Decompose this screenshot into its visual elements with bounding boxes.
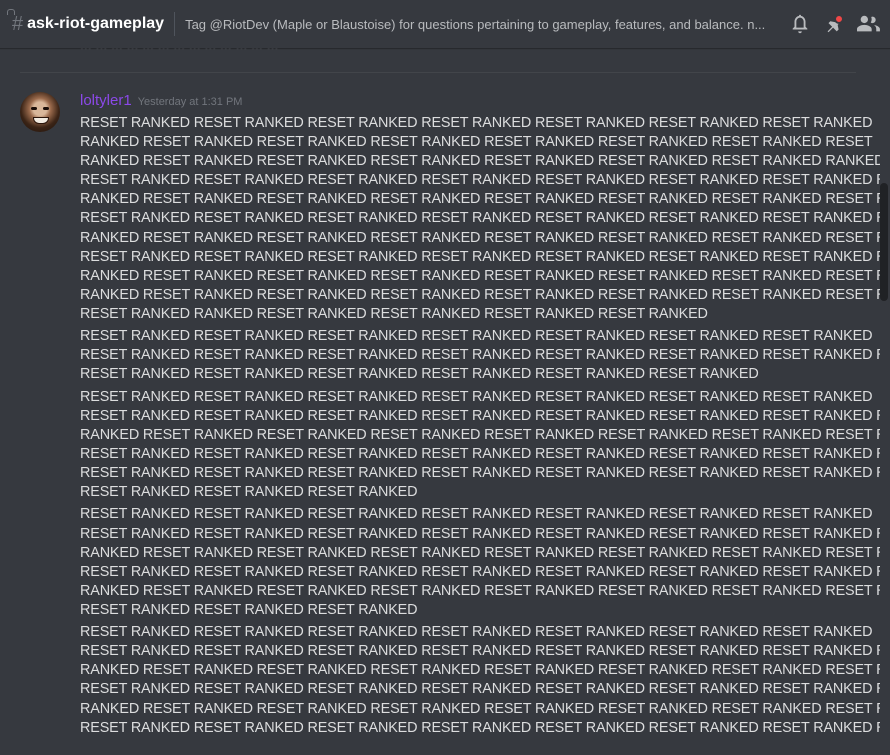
message-line: RANKED RESET RANKED RESET RANKED RESET R… [80, 286, 880, 303]
message-line: RANKED RESET RANKED RESET RANKED RESET R… [80, 662, 880, 679]
message-paragraph: RESET RANKED RESET RANKED RESET RANKED R… [80, 623, 880, 738]
message-line: RESET RANKED RESET RANKED RESET RANKED [80, 601, 418, 618]
unread-badge [834, 14, 844, 24]
members-icon[interactable] [856, 12, 880, 36]
message-header: loltyler1 Yesterday at 1:31 PM [80, 92, 242, 112]
message-paragraph: RESET RANKED RESET RANKED RESET RANKED R… [80, 505, 880, 620]
message-content: RESET RANKED RESET RANKED RESET RANKED R… [80, 114, 880, 741]
channel-name: ask-riot-gameplay [27, 15, 165, 32]
message-line: RANKED RESET RANKED RESET RANKED RESET R… [80, 134, 873, 151]
message-line: RANKED RESET RANKED RESET RANKED RESET R… [80, 582, 880, 599]
message-line: RESET RANKED RESET RANKED RESET RANKED R… [80, 366, 759, 383]
message-line: RESET RANKED RESET RANKED RESET RANKED R… [80, 525, 880, 542]
message-line: RANKED RESET RANKED RESET RANKED RESET R… [80, 153, 880, 170]
channel-hash-icon: # [7, 8, 23, 36]
message-line: RANKED RESET RANKED RESET RANKED RESET R… [80, 191, 880, 208]
avatar[interactable] [20, 92, 60, 132]
message-line: RESET RANKED RESET RANKED RESET RANKED R… [80, 719, 880, 736]
message-line: RESET RANKED RESET RANKED RESET RANKED R… [80, 506, 873, 523]
message-line: RESET RANKED RESET RANKED RESET RANKED R… [80, 328, 873, 345]
message-paragraph: RESET RANKED RESET RANKED RESET RANKED R… [80, 114, 880, 324]
scrollbar-track[interactable] [880, 48, 888, 755]
message-line: RESET RANKED RESET RANKED RESET RANKED R… [80, 347, 880, 364]
timestamp: Yesterday at 1:31 PM [137, 96, 243, 108]
message-line: RESET RANKED RESET RANKED RESET RANKED R… [80, 681, 880, 698]
message-line: RANKED RESET RANKED RESET RANKED RESET R… [80, 229, 880, 246]
message-line: RESET RANKED RESET RANKED RESET RANKED R… [80, 624, 873, 641]
message-line: RESET RANKED RESET RANKED RESET RANKED R… [80, 643, 880, 660]
message-paragraph: RESET RANKED RESET RANKED RESET RANKED R… [80, 388, 880, 503]
message-line: RESET RANKED RESET RANKED RESET RANKED R… [80, 388, 873, 405]
message-line: RESET RANKED RESET RANKED RESET RANKED R… [80, 407, 880, 424]
channel-topic[interactable]: Tag @RiotDev (Maple or Blaustoise) for q… [185, 17, 775, 32]
message-line: RANKED RESET RANKED RESET RANKED RESET R… [80, 267, 880, 284]
message-line: RANKED RESET RANKED RESET RANKED RESET R… [80, 426, 880, 443]
username[interactable]: loltyler1 [80, 92, 132, 109]
header-divider [174, 12, 176, 36]
message-line: RESET RANKED RESET RANKED RESET RANKED R… [80, 445, 880, 462]
message-line: RESET RANKED RANKED RESET RANKED RESET R… [80, 305, 708, 322]
previous-message-fragment: ... ... ... ... ... ... ... ... ... ... … [80, 48, 860, 52]
message-line: RANKED RESET RANKED RESET RANKED RESET R… [80, 700, 880, 717]
message-line: RESET RANKED RESET RANKED RESET RANKED R… [80, 172, 880, 189]
message-line: RANKED RESET RANKED RESET RANKED RESET R… [80, 544, 880, 561]
message-line: RESET RANKED RESET RANKED RESET RANKED R… [80, 210, 880, 227]
message-line: RESET RANKED RESET RANKED RESET RANKED R… [80, 465, 880, 482]
message-divider [20, 72, 856, 73]
bell-icon[interactable] [788, 12, 812, 36]
message-line: RESET RANKED RESET RANKED RESET RANKED [80, 484, 418, 501]
message-paragraph: RESET RANKED RESET RANKED RESET RANKED R… [80, 327, 880, 384]
message-line: RESET RANKED RESET RANKED RESET RANKED R… [80, 248, 880, 265]
message-line: RESET RANKED RESET RANKED RESET RANKED R… [80, 563, 880, 580]
pin-icon[interactable] [822, 12, 846, 36]
scrollbar-thumb[interactable] [880, 183, 888, 301]
channel-header: # ask-riot-gameplay Tag @RiotDev (Maple … [0, 0, 890, 48]
header-toolbar [780, 0, 890, 48]
message-line: RESET RANKED RESET RANKED RESET RANKED R… [80, 115, 873, 131]
message-list[interactable]: ... ... ... ... ... ... ... ... ... ... … [0, 48, 880, 755]
